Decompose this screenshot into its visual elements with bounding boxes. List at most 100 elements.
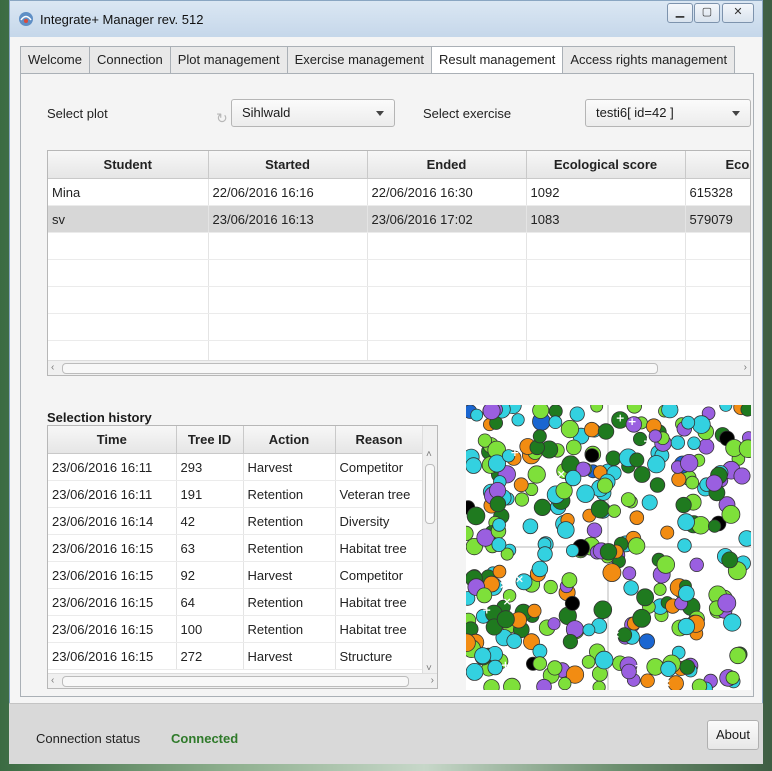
column-header-reason[interactable]: Reason (335, 426, 424, 454)
tree-marker[interactable] (511, 413, 525, 427)
tree-marker[interactable] (557, 521, 575, 539)
column-header-time[interactable]: Time (48, 426, 177, 454)
tree-marker[interactable] (537, 546, 553, 562)
tree-marker[interactable] (476, 587, 493, 604)
tree-marker[interactable] (660, 660, 677, 677)
tree-marker[interactable] (607, 504, 622, 518)
table-row[interactable]: Mina 22/06/2016 16:16 22/06/2016 16:30 1… (48, 178, 750, 206)
tree-marker[interactable] (679, 659, 696, 675)
tree-marker[interactable] (725, 670, 740, 685)
tree-marker[interactable] (569, 406, 585, 422)
history-row[interactable]: 23/06/2016 16:15 92 Harvest Competitor (48, 561, 424, 589)
tree-marker[interactable] (492, 564, 507, 579)
minimize-button[interactable]: ▁ (667, 3, 693, 23)
history-row[interactable]: 23/06/2016 16:14 42 Retention Diversity (48, 507, 424, 535)
history-row[interactable]: 23/06/2016 16:15 63 Retention Habitat tree (48, 534, 424, 562)
tree-marker[interactable] (592, 680, 606, 690)
tree-marker[interactable] (562, 634, 579, 650)
tree-marker[interactable] (685, 475, 700, 490)
tree-marker[interactable] (677, 513, 695, 531)
column-header-tree-id[interactable]: Tree ID (176, 426, 244, 454)
tree-marker[interactable] (492, 518, 506, 532)
tree-marker[interactable] (671, 471, 687, 487)
tree-marker[interactable] (641, 494, 658, 511)
tab-welcome[interactable]: Welcome (20, 46, 90, 73)
tree-marker[interactable] (721, 551, 739, 569)
tree-marker[interactable] (649, 477, 666, 493)
plot-select[interactable]: Sihlwald (231, 99, 395, 127)
tree-marker[interactable] (708, 519, 722, 533)
tree-marker[interactable] (483, 679, 500, 691)
scroll-right-icon[interactable]: › (744, 361, 747, 375)
tree-marker[interactable] (719, 405, 733, 412)
close-button[interactable]: ✕ (722, 3, 754, 23)
tree-marker[interactable] (647, 455, 666, 474)
tree-marker[interactable] (626, 405, 642, 414)
tree-marker[interactable] (678, 585, 695, 602)
tree-marker[interactable] (565, 470, 582, 487)
tree-marker[interactable] (640, 673, 655, 688)
tree-marker[interactable] (656, 555, 676, 574)
tree-marker[interactable] (733, 467, 751, 485)
column-header-student[interactable]: Student (48, 151, 209, 179)
tree-marker[interactable] (636, 588, 655, 607)
tab-result-management[interactable]: Result management (430, 46, 564, 74)
tree-marker[interactable] (602, 563, 622, 583)
maximize-button[interactable]: ▢ (694, 3, 720, 23)
scroll-right-icon[interactable]: › (431, 674, 434, 688)
tree-marker[interactable] (584, 421, 600, 438)
tree-marker[interactable] (620, 492, 636, 507)
tree-marker[interactable] (596, 477, 613, 494)
tree-marker[interactable] (705, 474, 723, 492)
tree-marker[interactable] (677, 617, 695, 636)
tree-marker[interactable] (590, 405, 604, 413)
column-header-economic[interactable]: Econc (685, 151, 750, 179)
tree-marker[interactable] (638, 633, 655, 650)
column-header-ecological-score[interactable]: Ecological score (526, 151, 686, 179)
tree-marker[interactable] (558, 677, 572, 690)
tree-marker[interactable] (514, 492, 530, 507)
tree-marker[interactable] (661, 405, 679, 419)
tree-marker[interactable] (491, 537, 507, 553)
tree-marker[interactable] (687, 436, 701, 450)
tree-marker[interactable] (691, 678, 708, 690)
exercise-select[interactable]: testi6[ id=42 ] (585, 99, 751, 127)
tree-marker[interactable] (548, 415, 563, 430)
tree-marker[interactable] (576, 484, 595, 503)
tree-marker[interactable] (675, 496, 692, 514)
tree-marker[interactable] (543, 579, 558, 595)
tree-map-plot[interactable]: +×+×+×+×+×+×+× (466, 405, 751, 690)
tree-marker[interactable] (677, 538, 692, 553)
tree-marker[interactable] (489, 495, 507, 513)
tree-marker[interactable] (605, 450, 622, 467)
tree-marker[interactable] (527, 603, 542, 618)
history-row[interactable]: 23/06/2016 16:15 64 Retention Habitat tree (48, 588, 424, 616)
scroll-up-icon[interactable]: ˄ (426, 448, 432, 462)
tree-marker[interactable] (496, 610, 515, 629)
tree-marker[interactable] (522, 518, 539, 535)
tree-marker[interactable] (560, 420, 580, 439)
tree-marker[interactable] (623, 580, 639, 596)
tree-marker[interactable] (594, 650, 614, 670)
horizontal-scrollbar[interactable]: ‹ › (48, 360, 750, 375)
tree-marker[interactable] (599, 543, 618, 561)
about-button[interactable]: About (707, 720, 759, 750)
tree-marker[interactable] (629, 452, 645, 468)
history-row[interactable]: 23/06/2016 16:11 191 Retention Veteran tree (48, 480, 424, 508)
tree-marker[interactable] (681, 415, 696, 430)
tree-marker[interactable] (561, 572, 578, 589)
tree-marker[interactable] (466, 457, 482, 474)
tree-marker[interactable] (717, 593, 737, 613)
tab-connection[interactable]: Connection (88, 46, 171, 73)
tree-marker[interactable] (584, 448, 600, 463)
tree-marker[interactable] (597, 423, 615, 440)
tab-access-rights-management[interactable]: Access rights management (562, 46, 736, 73)
tree-marker[interactable] (653, 582, 667, 596)
tree-marker[interactable] (729, 646, 747, 665)
tree-marker[interactable] (532, 429, 547, 444)
tree-marker[interactable] (586, 522, 603, 538)
tree-marker[interactable] (566, 439, 582, 456)
tree-marker[interactable] (564, 595, 580, 611)
tree-marker[interactable] (466, 506, 486, 526)
tree-marker[interactable] (513, 477, 529, 493)
